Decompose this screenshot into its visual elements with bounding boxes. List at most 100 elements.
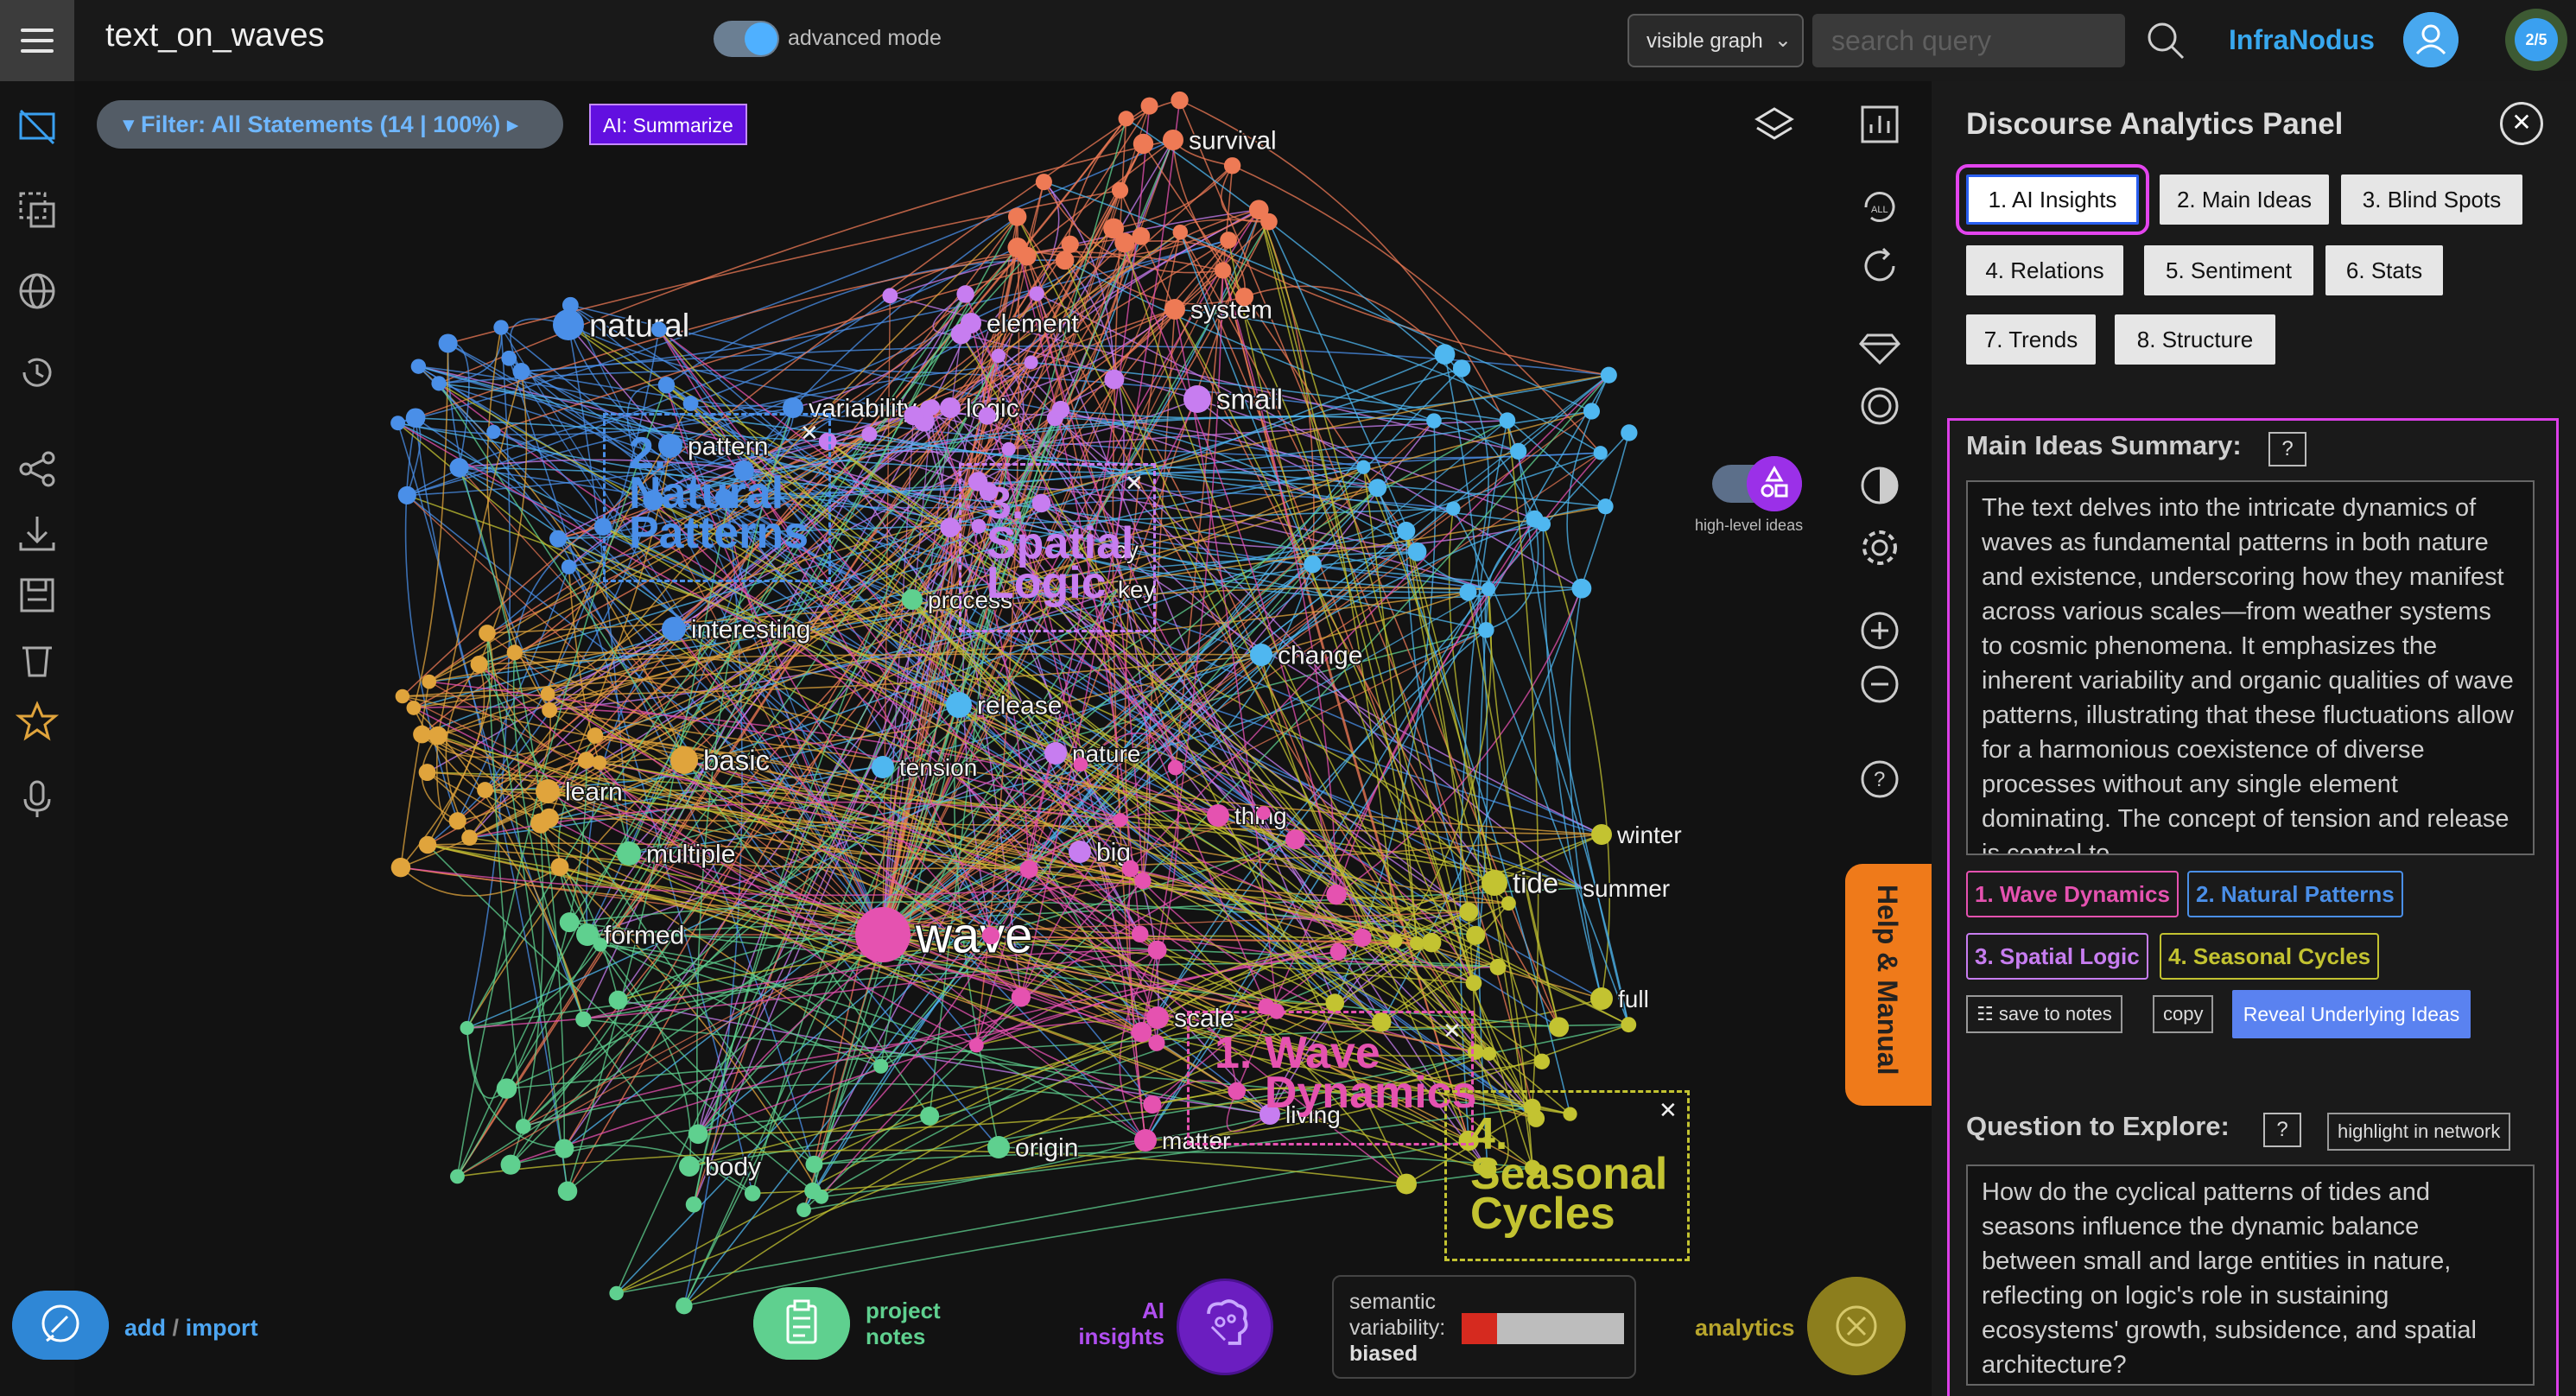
graph-node-label[interactable]: formed: [603, 920, 686, 951]
graph-node-label[interactable]: full: [1617, 984, 1651, 1013]
analytics-close-icon[interactable]: [1807, 1277, 1906, 1375]
graph-node[interactable]: [956, 285, 974, 303]
graph-node-label[interactable]: learn: [564, 777, 625, 808]
graph-node[interactable]: [431, 376, 447, 391]
cluster-label-spatial-logic[interactable]: 3. Spatial Logic: [987, 481, 1151, 606]
graph-node[interactable]: [1011, 987, 1031, 1007]
graph-node[interactable]: [1459, 583, 1477, 601]
graph-node[interactable]: [1029, 286, 1044, 301]
graph-node[interactable]: [1111, 181, 1129, 199]
graph-node[interactable]: [1131, 925, 1149, 942]
graph-node[interactable]: [449, 458, 469, 478]
graph-node[interactable]: [1407, 542, 1427, 562]
help-manual-tab[interactable]: Help & Manual: [1845, 864, 1932, 1106]
graph-node[interactable]: [530, 813, 551, 834]
graph-node[interactable]: [1489, 958, 1507, 975]
reveal-underlying-ideas-button[interactable]: Reveal Underlying Ideas: [2232, 990, 2471, 1038]
graph-node[interactable]: [540, 686, 555, 701]
chart-icon[interactable]: [1857, 102, 1902, 147]
search-icon[interactable]: [2146, 21, 2186, 60]
graph-node[interactable]: [561, 559, 577, 574]
graph-node-natural[interactable]: [553, 309, 584, 340]
tab-main-ideas[interactable]: 2. Main Ideas: [2160, 174, 2329, 225]
graph-node-multiple[interactable]: [617, 841, 641, 866]
graph-node[interactable]: [1478, 622, 1494, 638]
graph-node[interactable]: [1421, 932, 1442, 953]
graph-node-label[interactable]: release: [976, 690, 1063, 721]
tab-trends[interactable]: 7. Trends: [1966, 314, 2096, 365]
zoom-in-icon[interactable]: [1857, 608, 1902, 653]
graph-node[interactable]: [515, 1119, 531, 1134]
tab-relations[interactable]: 4. Relations: [1966, 245, 2123, 295]
graph-node-label[interactable]: basic: [702, 743, 771, 777]
graph-node[interactable]: [1121, 860, 1139, 878]
tab-ai-insights[interactable]: 1. AI Insights: [1956, 164, 2149, 235]
graph-node-label[interactable]: small: [1215, 382, 1285, 416]
graph-node[interactable]: [1397, 521, 1416, 541]
graph-node[interactable]: [1434, 344, 1456, 365]
topic-chip-seasonal-cycles[interactable]: 4. Seasonal Cycles: [2160, 933, 2380, 980]
graph-node-label[interactable]: element: [986, 308, 1081, 339]
close-icon[interactable]: ✕: [2500, 102, 2543, 145]
question-text[interactable]: How do the cyclical patterns of tides an…: [1966, 1164, 2535, 1386]
graph-node[interactable]: [405, 408, 426, 428]
graph-node[interactable]: [1356, 460, 1371, 474]
graph-node[interactable]: [422, 674, 437, 689]
graph-node[interactable]: [390, 416, 406, 431]
graph-node[interactable]: [559, 912, 580, 933]
filter-statements-button[interactable]: ▾ Filter: All Statements (14 | 100%) ▸: [97, 100, 563, 149]
cluster-label-natural-patterns[interactable]: 2. Natural Patterns: [629, 431, 828, 555]
graph-node-full[interactable]: [1590, 987, 1613, 1010]
graph-node[interactable]: [1132, 226, 1151, 245]
graph-node-scale[interactable]: [1146, 1006, 1169, 1029]
graph-node[interactable]: [506, 644, 523, 661]
graph-node[interactable]: [1172, 224, 1189, 240]
graph-node[interactable]: [1055, 251, 1075, 270]
graph-node[interactable]: [657, 377, 676, 394]
graph-node-interesting[interactable]: [662, 617, 686, 641]
graph-node-label[interactable]: multiple: [645, 839, 737, 870]
summary-help-button[interactable]: ?: [2268, 432, 2306, 466]
graph-node-learn[interactable]: [536, 779, 560, 803]
graph-node-survival[interactable]: [1163, 130, 1183, 150]
graph-node[interactable]: [1410, 936, 1424, 951]
graph-node[interactable]: [593, 937, 607, 952]
graph-node[interactable]: [496, 1078, 517, 1099]
save-to-notes-button[interactable]: ☷ save to notes: [1966, 995, 2122, 1033]
graph-node-big[interactable]: [1069, 841, 1091, 863]
circle-target-icon[interactable]: [1857, 384, 1902, 428]
graph-node[interactable]: [1621, 1017, 1637, 1033]
graph-node[interactable]: [397, 485, 416, 504]
help-icon[interactable]: ?: [1857, 757, 1902, 802]
graph-node-release[interactable]: [946, 692, 972, 718]
graph-node-label[interactable]: summer: [1582, 873, 1672, 903]
diamond-icon[interactable]: [1857, 325, 1902, 370]
graph-node[interactable]: [1368, 479, 1387, 498]
ai-brain-icon[interactable]: [1177, 1279, 1273, 1375]
graph-node-tide[interactable]: [1482, 870, 1507, 896]
graph-node[interactable]: [1465, 974, 1482, 992]
add-import-button[interactable]: [12, 1291, 109, 1360]
graph-node[interactable]: [413, 725, 431, 744]
graph-node[interactable]: [1533, 1053, 1551, 1069]
graph-node[interactable]: [920, 1106, 940, 1126]
graph-node[interactable]: [744, 1185, 761, 1202]
ai-summarize-button[interactable]: AI: Summarize: [589, 104, 747, 145]
graph-node[interactable]: [1140, 97, 1158, 115]
graph-node[interactable]: [1118, 111, 1134, 127]
graph-node[interactable]: [500, 1154, 521, 1175]
graph-node-body[interactable]: [679, 1156, 700, 1177]
graph-node-label[interactable]: natural: [588, 307, 691, 346]
add-import-label[interactable]: add / import: [124, 1315, 258, 1342]
graph-node[interactable]: [1499, 412, 1516, 429]
graph-node[interactable]: [1446, 501, 1461, 516]
graph-node[interactable]: [1220, 232, 1237, 249]
graph-node[interactable]: [861, 426, 878, 442]
topic-chip-natural-patterns[interactable]: 2. Natural Patterns: [2187, 871, 2403, 917]
graph-node[interactable]: [1019, 860, 1038, 879]
graph-node[interactable]: [1326, 884, 1347, 905]
graph-node[interactable]: [688, 1124, 708, 1145]
graph-node-label[interactable]: survival: [1188, 125, 1278, 156]
graph-node[interactable]: [1214, 262, 1232, 279]
graph-node[interactable]: [418, 835, 437, 854]
